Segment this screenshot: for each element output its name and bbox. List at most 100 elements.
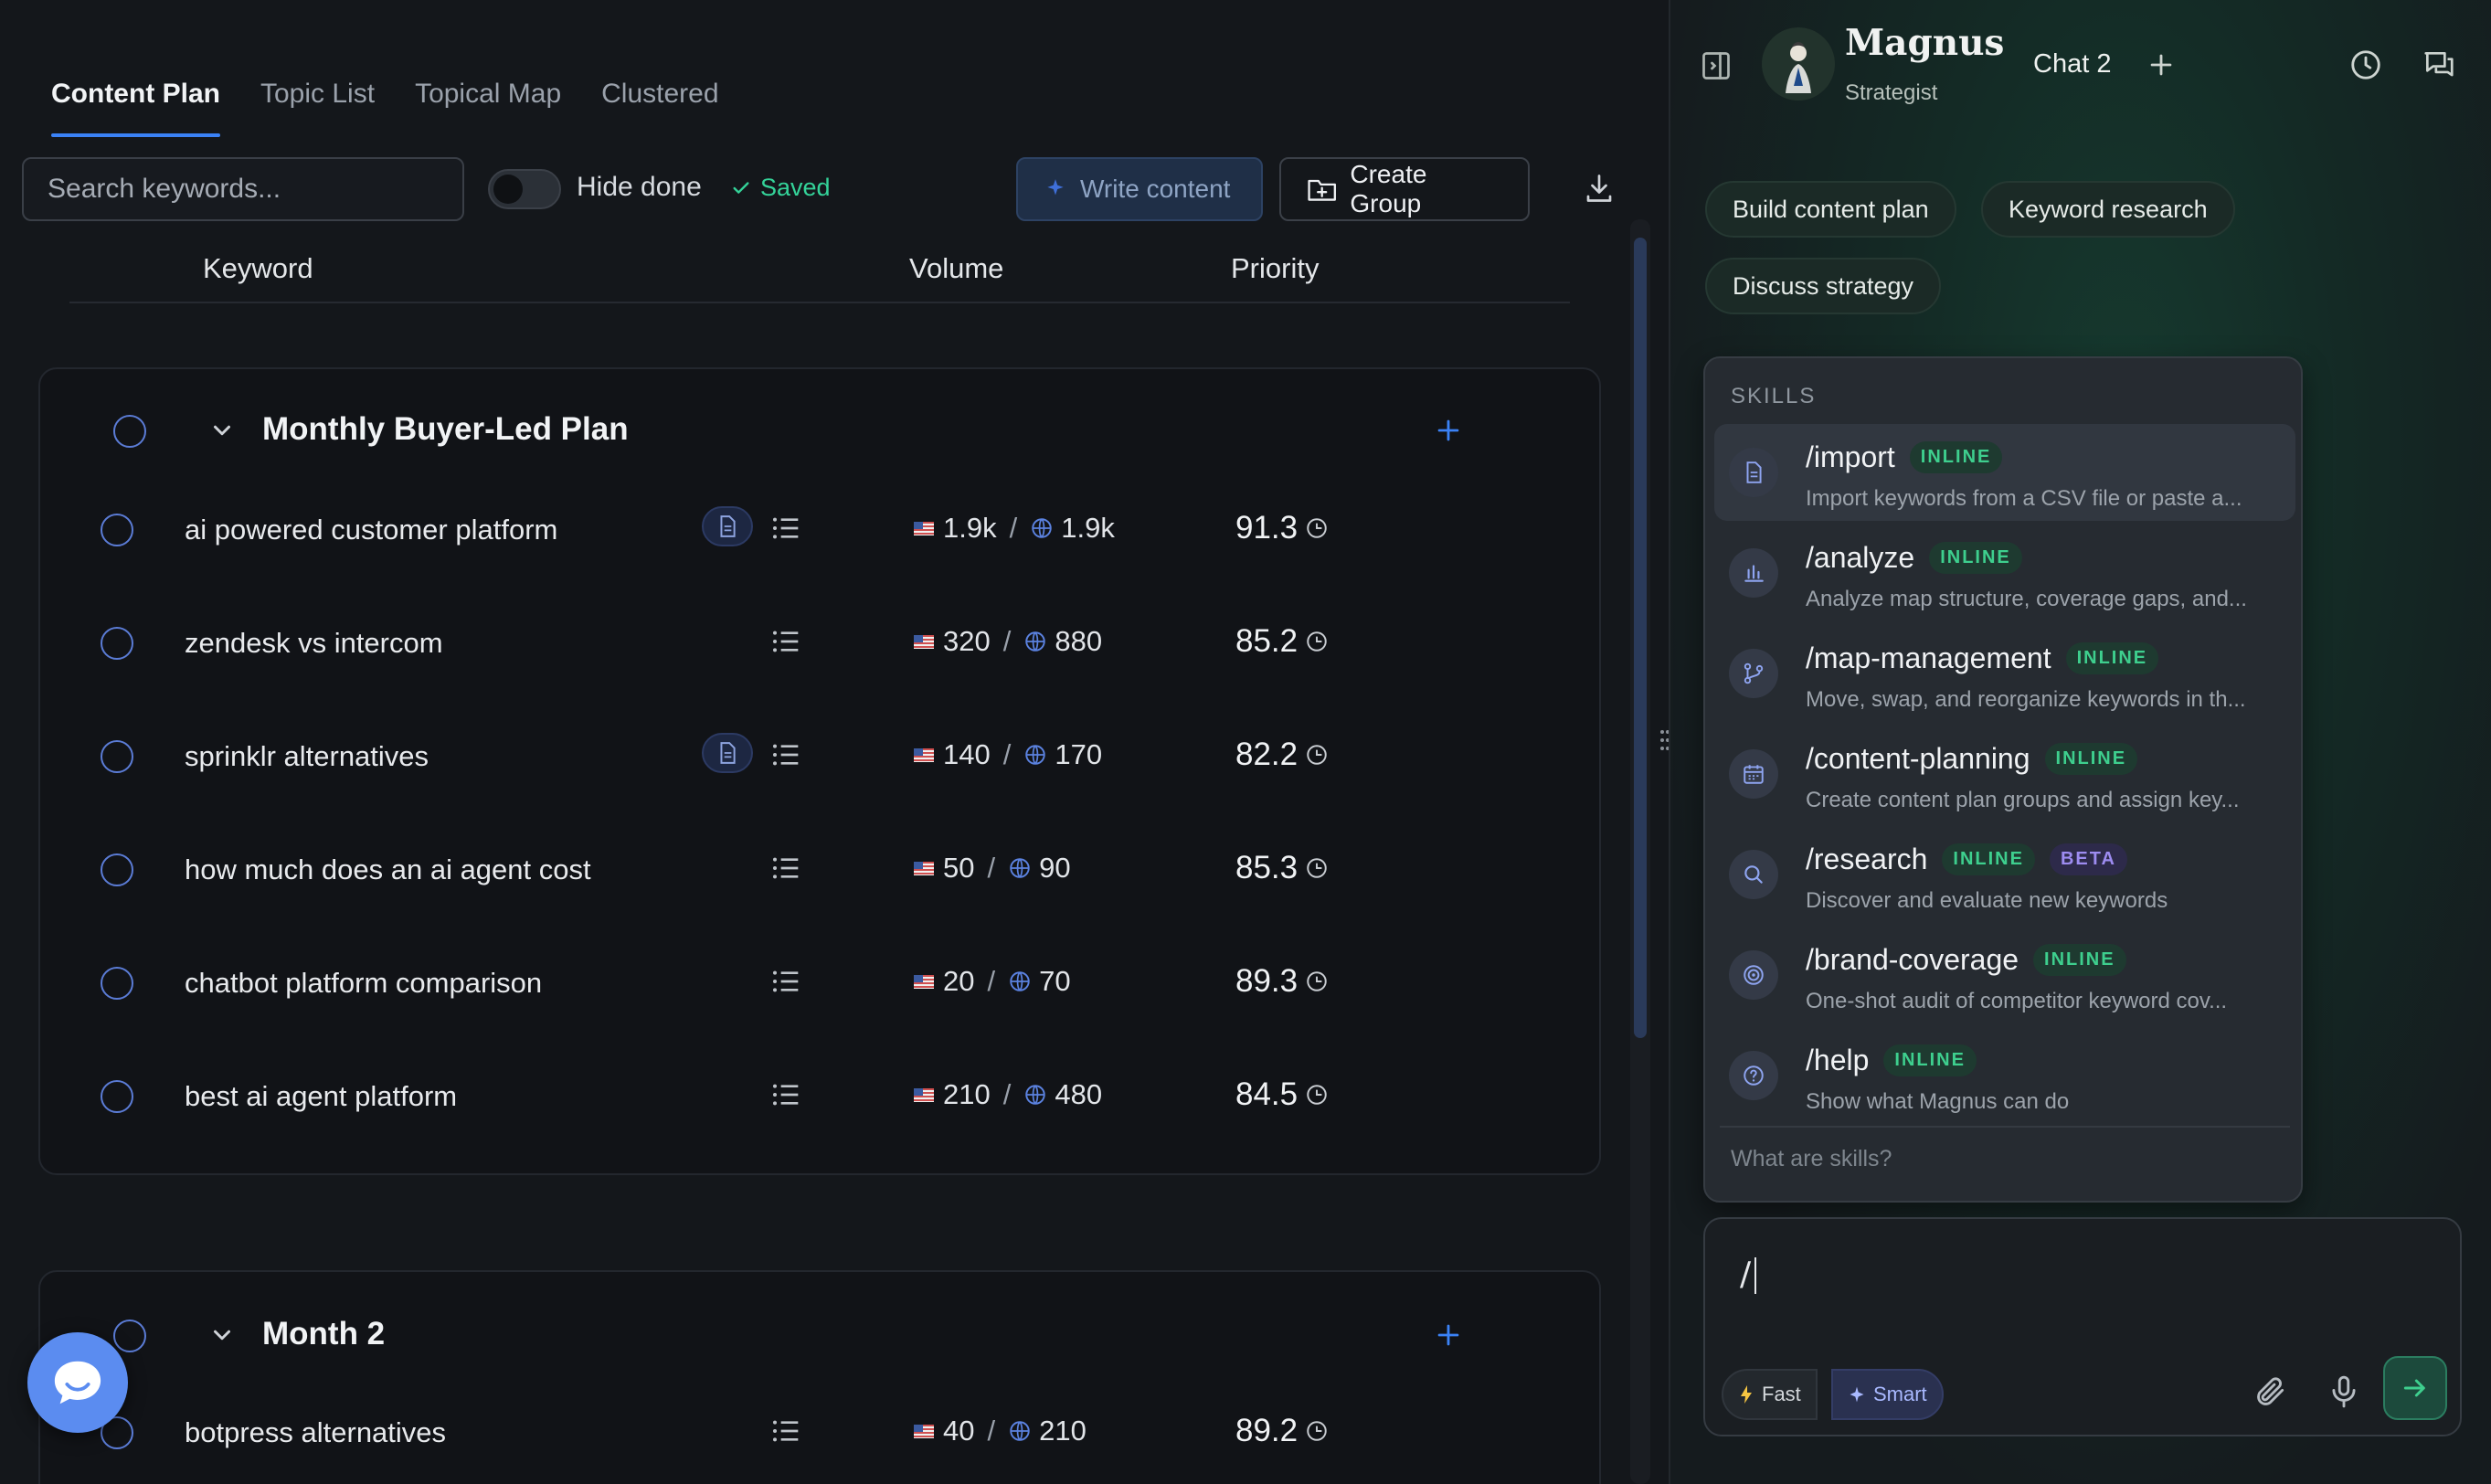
list-icon[interactable] xyxy=(771,742,800,768)
inline-badge: INLINE xyxy=(1929,542,2022,574)
row-checkbox[interactable] xyxy=(101,627,133,660)
row-checkbox[interactable] xyxy=(101,967,133,1000)
table-row[interactable]: sprinklr alternatives 140/170 82.2 xyxy=(40,711,1603,802)
create-group-label: Create Group xyxy=(1350,160,1427,217)
inline-badge: INLINE xyxy=(2033,944,2126,976)
clock-icon xyxy=(1307,858,1327,878)
skill-name: /help xyxy=(1806,1044,1870,1076)
content-group: Month 2 botpress alternatives 40/210 89.… xyxy=(38,1270,1601,1484)
skill-research[interactable]: /research INLINE BETA Discover and evaluat… xyxy=(1714,826,2295,923)
document-icon[interactable] xyxy=(702,506,753,546)
fast-mode-button[interactable]: Fast xyxy=(1722,1369,1818,1420)
skill-description: One-shot audit of competitor keyword cov… xyxy=(1806,989,2228,1013)
skill-description: Discover and evaluate new keywords xyxy=(1806,888,2168,913)
bar-chart-icon xyxy=(1729,548,1778,598)
download-icon[interactable] xyxy=(1583,172,1616,205)
skill-help[interactable]: /help INLINE Show what Magnus can do xyxy=(1714,1027,2295,1124)
message-composer[interactable]: / Fast Smart xyxy=(1703,1217,2462,1436)
tab-content-plan[interactable]: Content Plan xyxy=(51,79,220,137)
group-title[interactable]: Month 2 xyxy=(262,1316,385,1352)
volume-cell: 20/70 xyxy=(914,965,1071,998)
chats-icon[interactable] xyxy=(2422,48,2456,82)
agent-name: Magnus xyxy=(1845,22,2005,64)
microphone-icon[interactable] xyxy=(2327,1374,2361,1409)
what-are-skills-link[interactable]: What are skills? xyxy=(1731,1146,1892,1172)
skill-content-planning[interactable]: /content-planning INLINE Create content p… xyxy=(1714,726,2295,822)
write-content-button[interactable]: Write content xyxy=(1016,157,1263,221)
calendar-icon xyxy=(1729,749,1778,799)
list-icon[interactable] xyxy=(771,515,800,541)
table-row[interactable]: ai powered customer platform 1.9k/1.9k 9… xyxy=(40,484,1603,576)
sparkle-icon xyxy=(1850,1386,1864,1403)
list-icon[interactable] xyxy=(771,629,800,654)
column-header-volume[interactable]: Volume xyxy=(909,252,1003,285)
hide-done-toggle[interactable] xyxy=(488,169,561,209)
scrollbar-thumb[interactable] xyxy=(1634,238,1647,1038)
message-input[interactable]: / xyxy=(1740,1256,1757,1294)
chat-title[interactable]: Chat 2 xyxy=(2033,49,2111,80)
table-row[interactable]: best ai agent platform 210/480 84.5 xyxy=(40,1051,1603,1142)
list-icon[interactable] xyxy=(771,969,800,994)
list-icon[interactable] xyxy=(771,1418,800,1444)
keyword-cell: best ai agent platform xyxy=(185,1080,458,1112)
skill-import[interactable]: /import INLINE Import keywords from a CSV… xyxy=(1714,424,2295,521)
tab-clustered[interactable]: Clustered xyxy=(601,79,718,137)
keyword-cell: zendesk vs intercom xyxy=(185,627,443,659)
file-icon xyxy=(1729,448,1778,497)
send-button[interactable] xyxy=(2383,1356,2447,1420)
table-row[interactable]: botpress alternatives 40/210 89.2 xyxy=(40,1387,1603,1479)
skill-name: /analyze xyxy=(1806,541,1915,574)
chat-bubble-icon xyxy=(54,1361,101,1404)
table-row[interactable]: how much does an ai agent cost 50/90 85.… xyxy=(40,824,1603,916)
skill-name: /import xyxy=(1806,440,1895,473)
suggestion-discuss-strategy[interactable]: Discuss strategy xyxy=(1705,258,1942,314)
collapse-sidebar-icon[interactable] xyxy=(1700,49,1733,82)
clock-icon xyxy=(1307,1085,1327,1105)
attach-icon[interactable] xyxy=(2253,1374,2288,1409)
row-checkbox[interactable] xyxy=(101,740,133,773)
support-chat-button[interactable] xyxy=(27,1332,128,1433)
beta-badge: BETA xyxy=(2049,843,2127,875)
skill-name: /map-management xyxy=(1806,641,2051,674)
skills-divider xyxy=(1720,1126,2290,1128)
tab-topical-map[interactable]: Topical Map xyxy=(415,79,561,137)
group-title[interactable]: Monthly Buyer-Led Plan xyxy=(262,411,629,448)
row-checkbox[interactable] xyxy=(101,853,133,886)
chevron-down-icon[interactable] xyxy=(208,417,236,444)
inline-badge: INLINE xyxy=(2044,743,2138,775)
table-row[interactable]: chatbot platform comparison 20/70 89.3 xyxy=(40,938,1603,1029)
group-checkbox[interactable] xyxy=(113,1320,146,1352)
clock-icon xyxy=(1307,1421,1327,1441)
us-flag-icon xyxy=(914,861,934,875)
add-keyword-icon[interactable] xyxy=(1433,1320,1464,1351)
add-keyword-icon[interactable] xyxy=(1433,415,1464,446)
search-input[interactable] xyxy=(22,157,464,221)
skill-brand-coverage[interactable]: /brand-coverage INLINE One-shot audit of … xyxy=(1714,927,2295,1023)
column-header-priority[interactable]: Priority xyxy=(1231,252,1319,285)
keyword-cell: botpress alternatives xyxy=(185,1416,447,1448)
arrow-right-icon xyxy=(2403,1379,2425,1397)
suggestion-keyword-research[interactable]: Keyword research xyxy=(1981,181,2235,238)
create-group-button[interactable]: Create Group xyxy=(1279,157,1530,221)
chevron-down-icon[interactable] xyxy=(208,1321,236,1349)
skill-name: /research xyxy=(1806,843,1928,875)
row-checkbox[interactable] xyxy=(101,1080,133,1113)
suggestion-build-content-plan[interactable]: Build content plan xyxy=(1705,181,1956,238)
skill-analyze[interactable]: /analyze INLINE Analyze map structure, co… xyxy=(1714,525,2295,621)
history-icon[interactable] xyxy=(2348,48,2383,82)
list-icon[interactable] xyxy=(771,855,800,881)
tab-topic-list[interactable]: Topic List xyxy=(260,79,375,137)
table-row[interactable]: zendesk vs intercom 320/880 85.2 xyxy=(40,598,1603,689)
keyword-cell: chatbot platform comparison xyxy=(185,967,543,999)
search-icon xyxy=(1729,850,1778,899)
globe-icon xyxy=(1025,745,1046,765)
skill-map-management[interactable]: /map-management INLINE Move, swap, and re… xyxy=(1714,625,2295,722)
group-checkbox[interactable] xyxy=(113,415,146,448)
tab-bar: Content Plan Topic List Topical Map Clus… xyxy=(51,79,719,137)
smart-mode-button[interactable]: Smart xyxy=(1831,1369,1944,1420)
document-icon[interactable] xyxy=(702,733,753,773)
row-checkbox[interactable] xyxy=(101,514,133,546)
list-icon[interactable] xyxy=(771,1082,800,1108)
column-header-keyword[interactable]: Keyword xyxy=(203,252,313,285)
new-chat-icon[interactable] xyxy=(2146,49,2177,80)
